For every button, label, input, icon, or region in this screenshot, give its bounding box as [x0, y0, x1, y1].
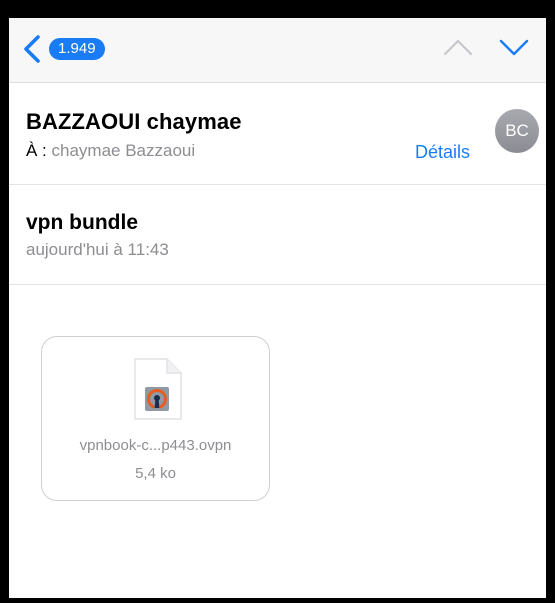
message-subject: vpn bundle — [26, 211, 138, 234]
avatar[interactable]: BC — [495, 109, 539, 153]
attachment-size: 5,4 ko — [135, 465, 176, 482]
recipient-line: À : chaymae Bazzaoui — [26, 141, 195, 161]
attachment-card[interactable]: vpnbook-c...p443.ovpn 5,4 ko — [41, 336, 270, 501]
next-message-button[interactable] — [498, 36, 530, 63]
back-button[interactable]: 1.949 — [23, 34, 105, 64]
recipient-name[interactable]: chaymae Bazzaoui — [52, 141, 196, 160]
message-date: aujourd'hui à 11:43 — [26, 240, 169, 259]
chevron-down-icon — [498, 39, 530, 62]
chevron-left-icon — [23, 34, 41, 64]
chevron-up-icon — [442, 39, 474, 62]
sender-name[interactable]: BAZZAOUI chaymae — [26, 109, 242, 135]
details-button[interactable]: Détails — [415, 142, 470, 163]
unread-count-badge: 1.949 — [49, 38, 105, 60]
openvpn-file-icon — [131, 357, 183, 426]
navigation-bar: 1.949 — [9, 18, 546, 83]
to-label: À : — [26, 141, 52, 160]
mail-screen: 1.949 BAZZAOUI chaymae À : chaymae Bazza… — [9, 18, 546, 598]
subject-block: vpn bundle aujourd'hui à 11:43 — [9, 185, 546, 285]
attachment-filename: vpnbook-c...p443.ovpn — [79, 437, 232, 454]
message-header: BAZZAOUI chaymae À : chaymae Bazzaoui Dé… — [9, 83, 546, 185]
previous-message-button[interactable] — [442, 36, 474, 63]
